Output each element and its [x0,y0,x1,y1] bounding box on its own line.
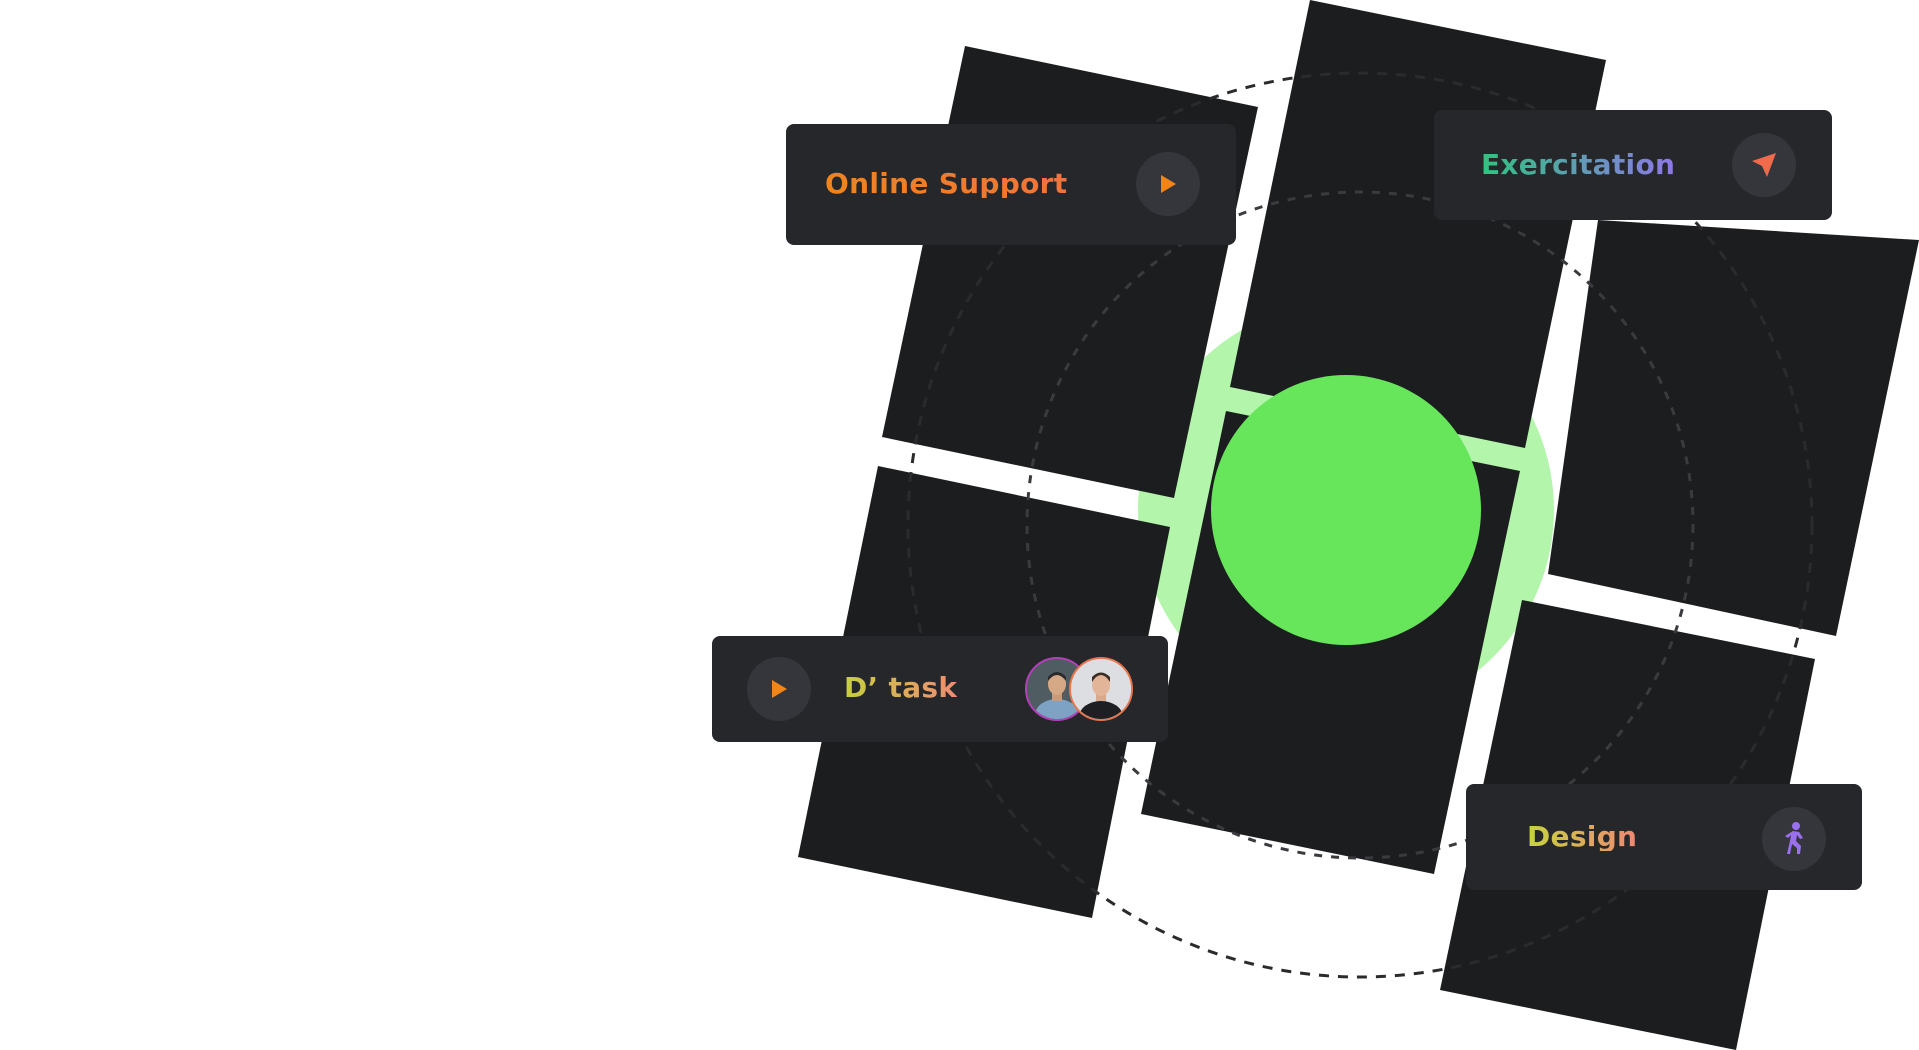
exercitation-send-button[interactable] [1732,133,1796,197]
green-core [1211,375,1481,645]
running-figure-icon [1785,822,1803,854]
play-icon [772,680,787,698]
design-run-button[interactable] [1762,807,1826,871]
hero-illustration: Online Support Exercitation D’ task Desi… [0,0,1919,1050]
assignee-avatars [1025,657,1133,721]
design-card[interactable]: Design [1466,784,1862,890]
exercitation-card[interactable]: Exercitation [1434,110,1832,220]
send-arrow-icon [1752,153,1776,177]
exercitation-label: Exercitation [1481,148,1676,181]
online-support-label: Online Support [825,167,1068,200]
d-task-card[interactable]: D’ task [712,636,1168,742]
online-support-card[interactable]: Online Support [786,124,1236,245]
play-icon [1161,175,1176,193]
panel-top-center [1230,0,1606,448]
avatar[interactable] [1069,657,1133,721]
online-support-play-button[interactable] [1136,152,1200,216]
design-label: Design [1527,820,1638,853]
d-task-play-button[interactable] [747,657,811,721]
panel-right-top [1548,220,1919,636]
avatar-man-dark-image [1071,659,1131,719]
d-task-label: D’ task [844,671,958,704]
